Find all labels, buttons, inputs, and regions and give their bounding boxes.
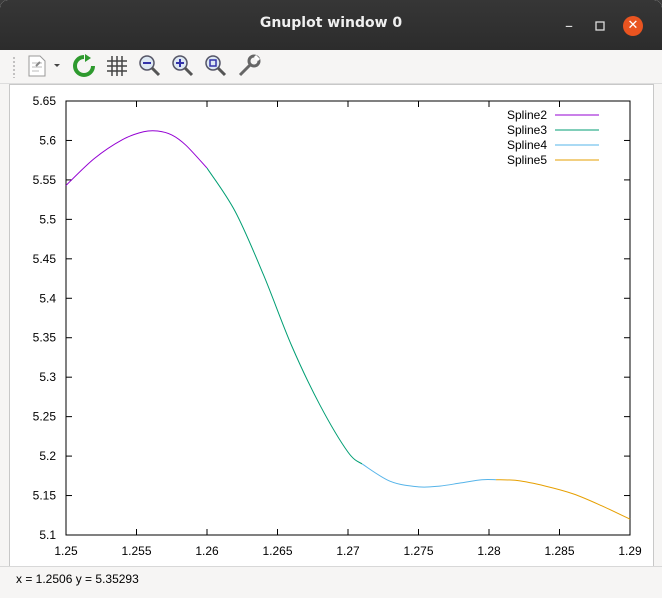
series-line-spline5 [496, 479, 631, 520]
legend-label-spline2: Spline2 [507, 108, 547, 122]
y-tick-label: 5.6 [39, 133, 56, 147]
toolbar-grip[interactable] [12, 56, 16, 78]
x-tick-label: 1.275 [403, 544, 433, 558]
x-tick-label: 1.29 [618, 544, 642, 558]
series-line-spline4 [361, 463, 497, 488]
y-tick-label: 5.5 [39, 212, 56, 226]
series-line-spline3 [206, 167, 363, 465]
zoom-fit-icon[interactable] [203, 53, 229, 79]
minimize-icon[interactable]: – [559, 16, 579, 36]
x-tick-label: 1.28 [477, 544, 501, 558]
export-icon[interactable] [24, 53, 50, 79]
legend-label-spline3: Spline3 [507, 123, 547, 137]
export-dropdown-chevron-icon[interactable] [51, 53, 63, 79]
x-tick-label: 1.255 [121, 544, 151, 558]
x-tick-label: 1.27 [336, 544, 360, 558]
line-chart[interactable]: 1.25 1.255 1.26 1.265 1.27 1.275 1.28 1.285 1.29… [10, 85, 653, 566]
zoom-in-icon[interactable] [170, 53, 196, 79]
y-tick-label: 5.2 [39, 449, 56, 463]
y-tick-label: 5.65 [33, 94, 57, 108]
close-icon[interactable]: ✕ [623, 16, 643, 36]
title-bar[interactable]: Gnuplot window 0 – ✕ [0, 0, 662, 50]
gnuplot-window: Gnuplot window 0 – ✕ 1.25 1.255 1.26 1.2… [0, 0, 662, 598]
toolbar [0, 50, 662, 84]
status-bar: x = 1.2506 y = 5.35293 [0, 566, 662, 598]
y-tick-label: 5.25 [33, 410, 57, 424]
maximize-icon[interactable] [590, 16, 610, 36]
legend-label-spline5: Spline5 [507, 153, 547, 167]
y-tick-label: 5.4 [39, 291, 56, 305]
legend-label-spline4: Spline4 [507, 138, 547, 152]
series-line-spline2 [65, 130, 208, 186]
y-tick-label: 5.15 [33, 489, 57, 503]
settings-wrench-icon[interactable] [236, 53, 262, 79]
x-tick-label: 1.26 [195, 544, 219, 558]
cursor-coordinates: x = 1.2506 y = 5.35293 [16, 572, 139, 586]
x-tick-label: 1.285 [544, 544, 574, 558]
grid-icon[interactable] [104, 53, 130, 79]
x-tick-label: 1.25 [54, 544, 78, 558]
y-tick-label: 5.1 [39, 528, 56, 542]
zoom-out-icon[interactable] [137, 53, 163, 79]
y-tick-label: 5.45 [33, 252, 57, 266]
y-tick-label: 5.3 [39, 370, 56, 384]
replot-icon[interactable] [71, 53, 97, 79]
y-tick-label: 5.55 [33, 173, 57, 187]
plot-area[interactable]: 1.25 1.255 1.26 1.265 1.27 1.275 1.28 1.285 1.29… [9, 84, 654, 567]
y-tick-label: 5.35 [33, 331, 57, 345]
x-tick-label: 1.265 [262, 544, 292, 558]
